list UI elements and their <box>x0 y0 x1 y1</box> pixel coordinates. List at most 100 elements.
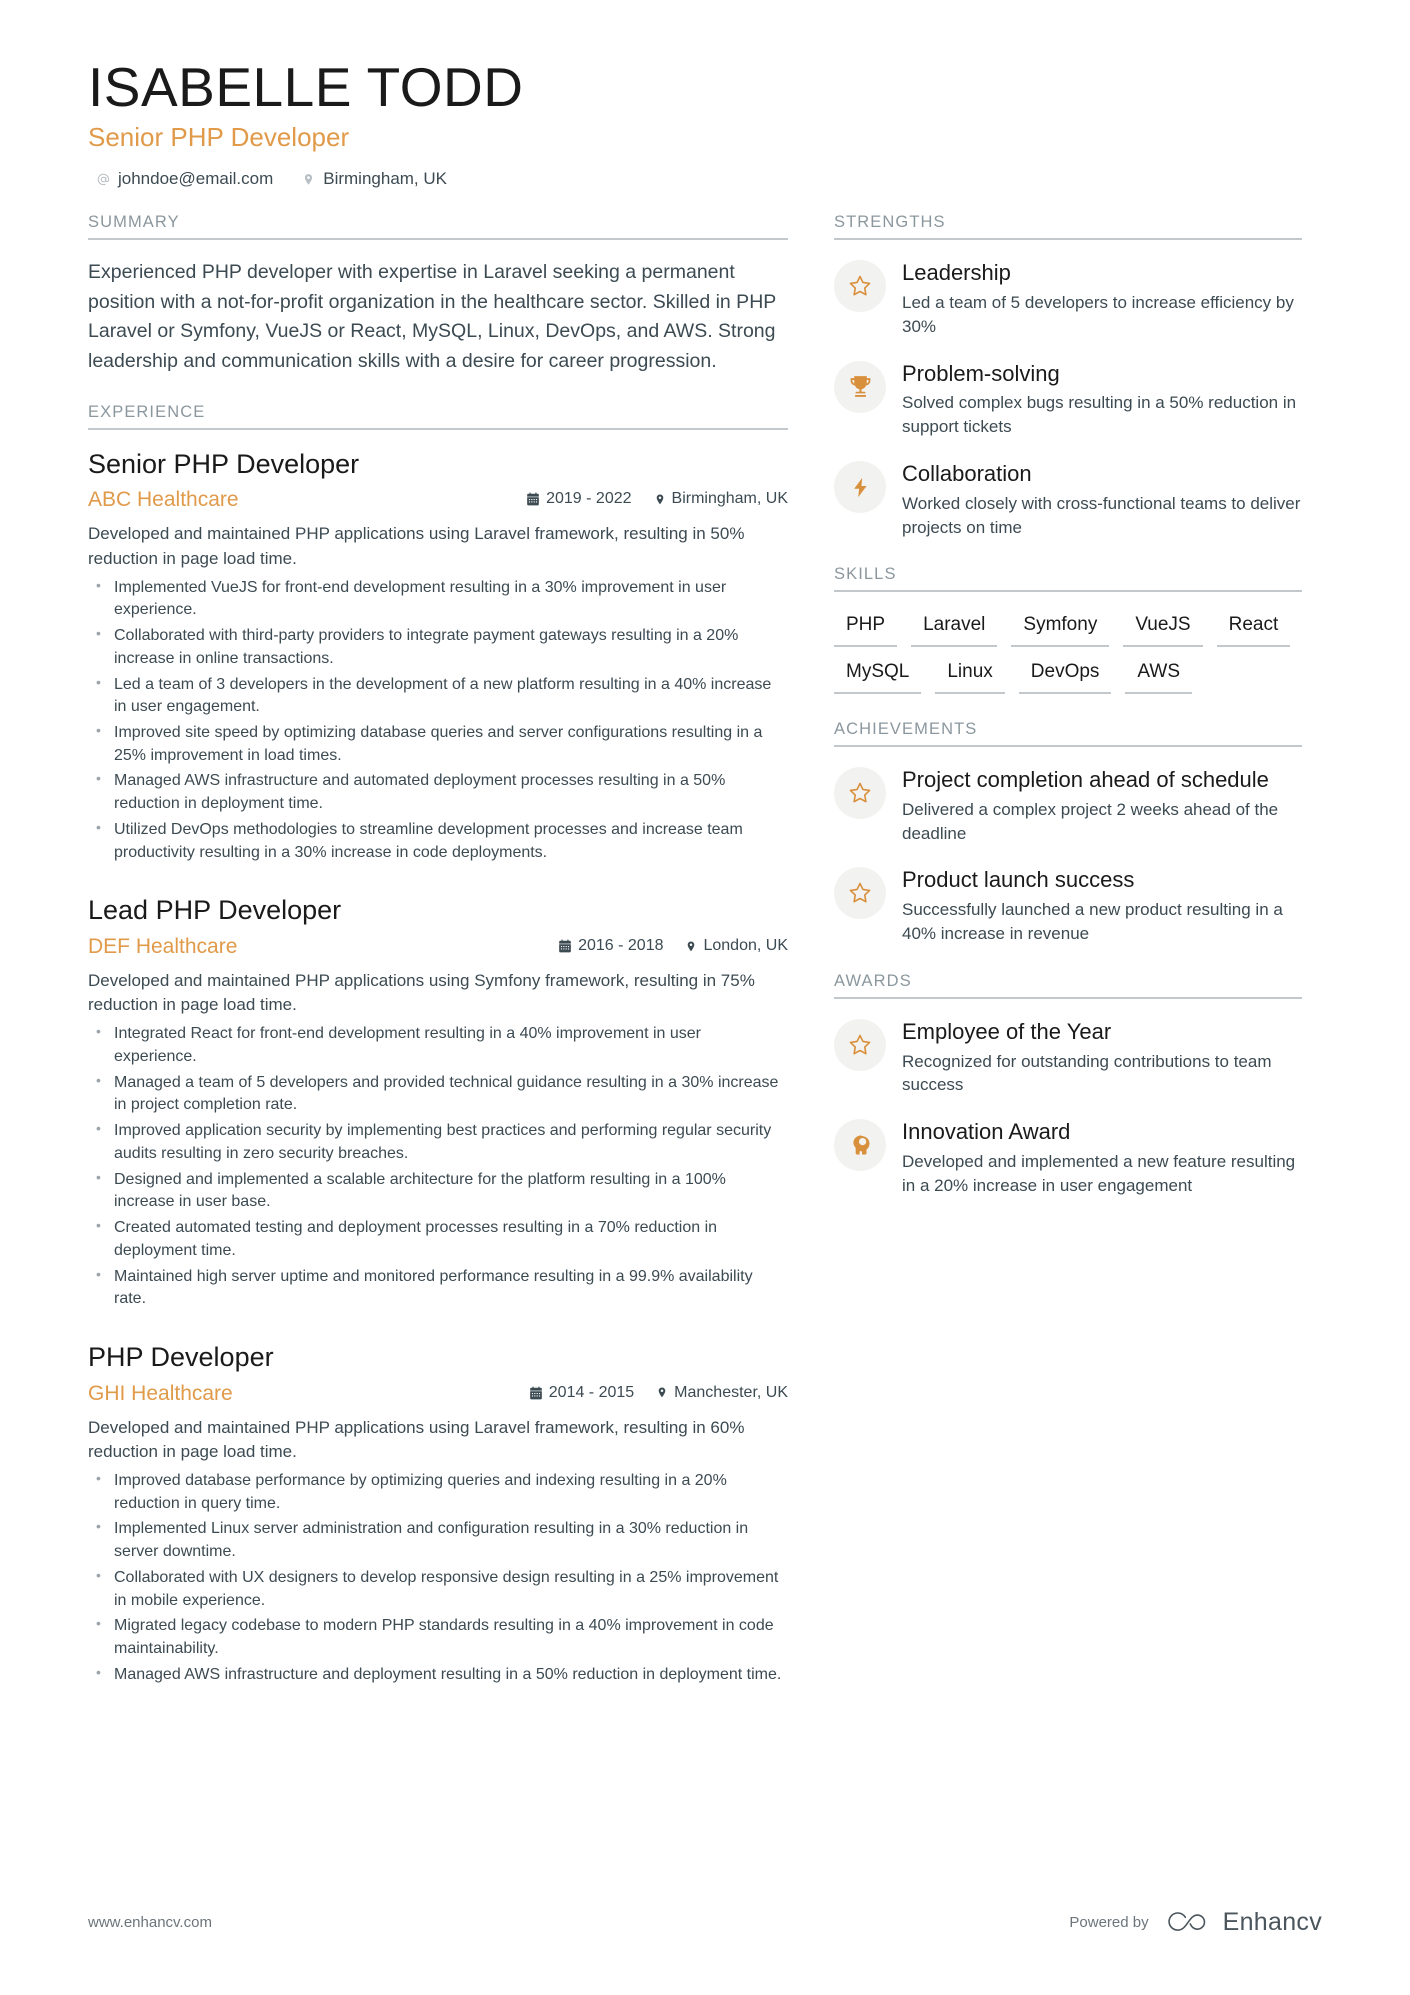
right-column: STRENGTHS Leadership Led a team of 5 dev… <box>834 213 1302 1197</box>
star-icon <box>834 766 886 819</box>
experience-role: Senior PHP Developer <box>88 448 360 479</box>
strength-item: Problem-solving Solved complex bugs resu… <box>834 359 1302 439</box>
experience-meta-right: 2019 - 2022 Birmingham, UK <box>526 490 788 508</box>
skills-section-title: SKILLS <box>834 565 1302 593</box>
achievement-item: Project completion ahead of schedule Del… <box>834 765 1302 845</box>
experience-location: London, UK <box>685 937 788 955</box>
experience-location-text: London, UK <box>703 937 788 955</box>
at-icon <box>96 171 111 188</box>
experience-bullets: Improved database performance by optimiz… <box>88 1469 788 1687</box>
experience-description: Developed and maintained PHP application… <box>88 1417 745 1461</box>
experience-item: Lead PHP Developer DEF Healthcare 2016 - <box>88 894 788 1311</box>
experience-bullet: Managed AWS infrastructure and deploymen… <box>88 1663 788 1687</box>
achievement-desc: Successfully launched a new product resu… <box>902 900 1283 943</box>
lightning-bolt-icon <box>834 461 886 514</box>
award-title: Employee of the Year <box>902 1018 1112 1044</box>
resume-page: ISABELLE TODD Senior PHP Developer johnd… <box>0 0 1410 1995</box>
location-pin-icon <box>654 492 666 507</box>
experience-meta-right: 2016 - 2018 London, UK <box>558 937 788 955</box>
summary-section-title: SUMMARY <box>88 213 788 241</box>
experience-bullet: Migrated legacy codebase to modern PHP s… <box>88 1614 788 1660</box>
contact-email-text: johndoe@email.com <box>118 169 274 189</box>
experience-bullet: Improved site speed by optimizing databa… <box>88 721 788 767</box>
skills-list: PHP Laravel Symfony VueJS React MySQL Li… <box>834 610 1302 694</box>
experience-dates: 2019 - 2022 <box>526 490 632 508</box>
experience-bullets: Implemented VueJS for front-end developm… <box>88 576 788 865</box>
experience-meta: ABC Healthcare 2019 - 2022 Birmingham, U… <box>88 488 788 512</box>
strength-title: Leadership <box>902 260 1011 286</box>
skill-tag[interactable]: MySQL <box>834 657 922 694</box>
experience-dates-text: 2016 - 2018 <box>578 937 664 955</box>
strength-desc: Solved complex bugs resulting in a 50% r… <box>902 393 1297 437</box>
experience-meta: GHI Healthcare 2014 - 2015 Manchester, U… <box>88 1382 788 1406</box>
awards-section: AWARDS Employee of the Year Recognized f… <box>834 972 1302 1198</box>
powered-by-label: Powered by <box>1069 1914 1149 1931</box>
experience-company: DEF Healthcare <box>88 935 238 959</box>
experience-company: ABC Healthcare <box>88 488 239 512</box>
contact-location[interactable]: Birmingham, UK <box>301 169 447 189</box>
location-pin-icon <box>656 1385 668 1400</box>
experience-location: Manchester, UK <box>656 1384 788 1402</box>
experience-bullets: Integrated React for front-end developme… <box>88 1022 788 1311</box>
head-idea-icon <box>834 1119 886 1172</box>
skill-tag[interactable]: Laravel <box>911 610 998 648</box>
star-icon <box>834 1018 886 1071</box>
strength-desc: Led a team of 5 developers to increase e… <box>902 293 1294 336</box>
experience-bullet: Managed AWS infrastructure and automated… <box>88 769 788 815</box>
calendar-icon <box>526 492 540 506</box>
skill-tag[interactable]: DevOps <box>1018 657 1112 694</box>
experience-dates: 2014 - 2015 <box>529 1384 634 1402</box>
location-pin-icon <box>685 939 697 954</box>
calendar-icon <box>529 1386 543 1400</box>
location-pin-icon <box>301 171 316 188</box>
experience-section: EXPERIENCE Senior PHP Developer ABC Heal… <box>88 403 788 1687</box>
strength-desc: Worked closely with cross-functional tea… <box>902 493 1301 537</box>
award-item: Employee of the Year Recognized for outs… <box>834 1017 1302 1097</box>
experience-bullet: Designed and implemented a scalable arch… <box>88 1168 788 1214</box>
contact-email[interactable]: johndoe@email.com <box>96 169 273 189</box>
resume-header: ISABELLE TODD Senior PHP Developer johnd… <box>88 57 1322 189</box>
skill-tag[interactable]: Symfony <box>1011 610 1110 648</box>
skill-tag[interactable]: PHP <box>834 610 898 648</box>
experience-dates: 2016 - 2018 <box>558 937 663 955</box>
candidate-job-title: Senior PHP Developer <box>88 122 350 153</box>
skill-tag[interactable]: React <box>1216 610 1291 648</box>
summary-text: Experienced PHP developer with expertise… <box>88 261 776 373</box>
experience-bullet: Created automated testing and deployment… <box>88 1216 788 1262</box>
strength-body: Leadership Led a team of 5 developers to… <box>902 258 1302 338</box>
experience-description: Developed and maintained PHP application… <box>88 524 745 568</box>
experience-description: Developed and maintained PHP application… <box>88 971 755 1015</box>
calendar-icon <box>558 939 572 953</box>
experience-item: PHP Developer GHI Healthcare 2014 - 2015 <box>88 1341 788 1686</box>
award-body: Innovation Award Developed and implement… <box>902 1117 1302 1197</box>
experience-bullet: Collaborated with third-party providers … <box>88 624 788 670</box>
enhancv-brand-name: Enhancv <box>1222 1908 1322 1936</box>
summary-section: SUMMARY Experienced PHP developer with e… <box>88 213 788 377</box>
experience-bullet: Utilized DevOps methodologies to streaml… <box>88 818 788 864</box>
achievements-section-title: ACHIEVEMENTS <box>834 720 1302 747</box>
star-icon <box>834 260 886 313</box>
experience-bullet: Improved database performance by optimiz… <box>88 1469 788 1515</box>
footer-website[interactable]: www.enhancv.com <box>88 1914 212 1931</box>
resume-footer: www.enhancv.com Powered by Enhancv <box>88 1908 1322 1937</box>
strengths-section: STRENGTHS Leadership Led a team of 5 dev… <box>834 213 1302 539</box>
star-icon <box>834 867 886 920</box>
strength-body: Problem-solving Solved complex bugs resu… <box>902 359 1302 439</box>
achievements-section: ACHIEVEMENTS Project completion ahead of… <box>834 720 1302 946</box>
skill-tag[interactable]: AWS <box>1125 657 1192 694</box>
experience-section-title: EXPERIENCE <box>88 403 788 430</box>
enhancv-logo[interactable]: Enhancv <box>1165 1908 1322 1937</box>
strength-item: Leadership Led a team of 5 developers to… <box>834 258 1302 338</box>
strength-title: Problem-solving <box>902 360 1060 386</box>
contact-location-text: Birmingham, UK <box>323 169 447 189</box>
skill-tag[interactable]: Linux <box>935 657 1005 694</box>
trophy-icon <box>834 360 886 413</box>
award-item: Innovation Award Developed and implement… <box>834 1117 1302 1197</box>
strength-body: Collaboration Worked closely with cross-… <box>902 459 1302 539</box>
skill-tag[interactable]: VueJS <box>1123 610 1203 648</box>
left-column: SUMMARY Experienced PHP developer with e… <box>88 213 788 1689</box>
experience-meta-right: 2014 - 2015 Manchester, UK <box>529 1384 788 1402</box>
resume-body: SUMMARY Experienced PHP developer with e… <box>88 213 1322 1689</box>
strength-title: Collaboration <box>902 461 1032 487</box>
experience-dates-text: 2014 - 2015 <box>548 1383 635 1401</box>
